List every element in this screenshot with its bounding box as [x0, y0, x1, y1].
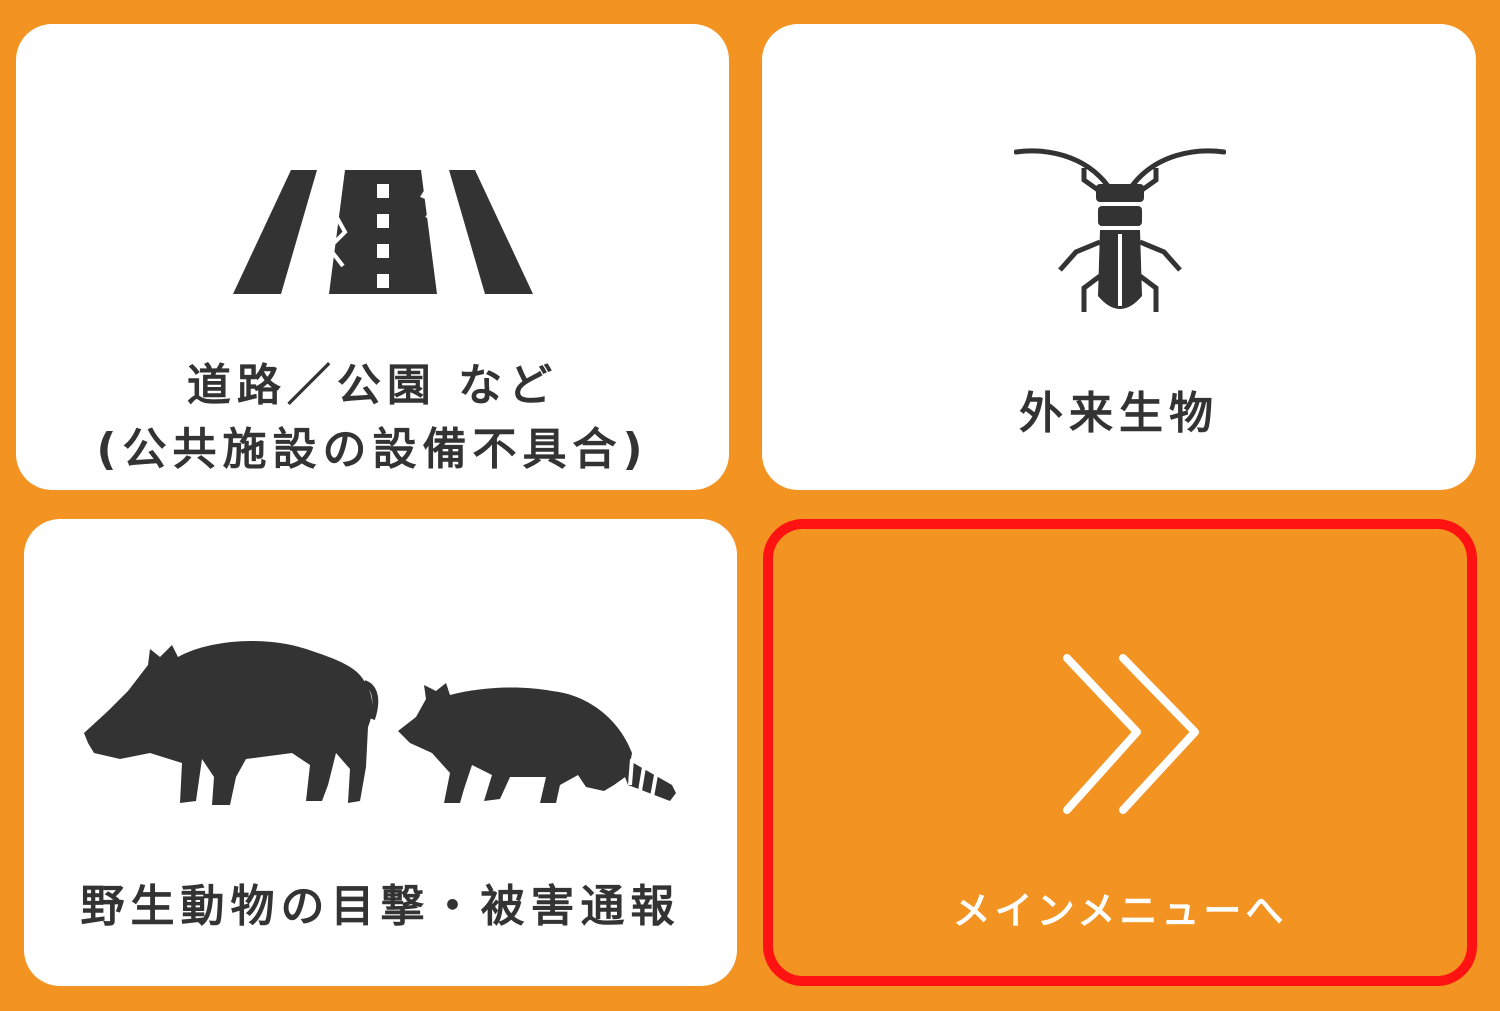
- boar-and-raccoon-icon: [84, 640, 676, 805]
- road-park-label-line1: 道路／公園 など: [186, 360, 559, 411]
- category-grid: 道路／公園 など (公共施設の設備不具合) 外来生物 野生動物の目撃・被害通報 …: [0, 0, 1500, 1011]
- road-park-facility-tile[interactable]: 道路／公園 など (公共施設の設備不具合): [16, 24, 729, 490]
- beetle-icon: [1014, 148, 1226, 312]
- main-menu-label: メインメニューへ: [952, 889, 1288, 933]
- wildlife-report-tile[interactable]: 野生動物の目撃・被害通報: [24, 519, 737, 986]
- cracked-road-icon: [233, 170, 533, 294]
- invasive-species-label: 外来生物: [1019, 388, 1219, 439]
- double-chevron-right-icon: [1063, 654, 1199, 814]
- invasive-species-tile[interactable]: 外来生物: [762, 24, 1476, 490]
- road-park-label-line2: (公共施設の設備不具合): [96, 424, 649, 475]
- main-menu-button[interactable]: メインメニューへ: [763, 519, 1477, 986]
- road-park-label: 道路／公園 など (公共施設の設備不具合): [16, 354, 729, 482]
- wildlife-report-label: 野生動物の目撃・被害通報: [80, 881, 681, 932]
